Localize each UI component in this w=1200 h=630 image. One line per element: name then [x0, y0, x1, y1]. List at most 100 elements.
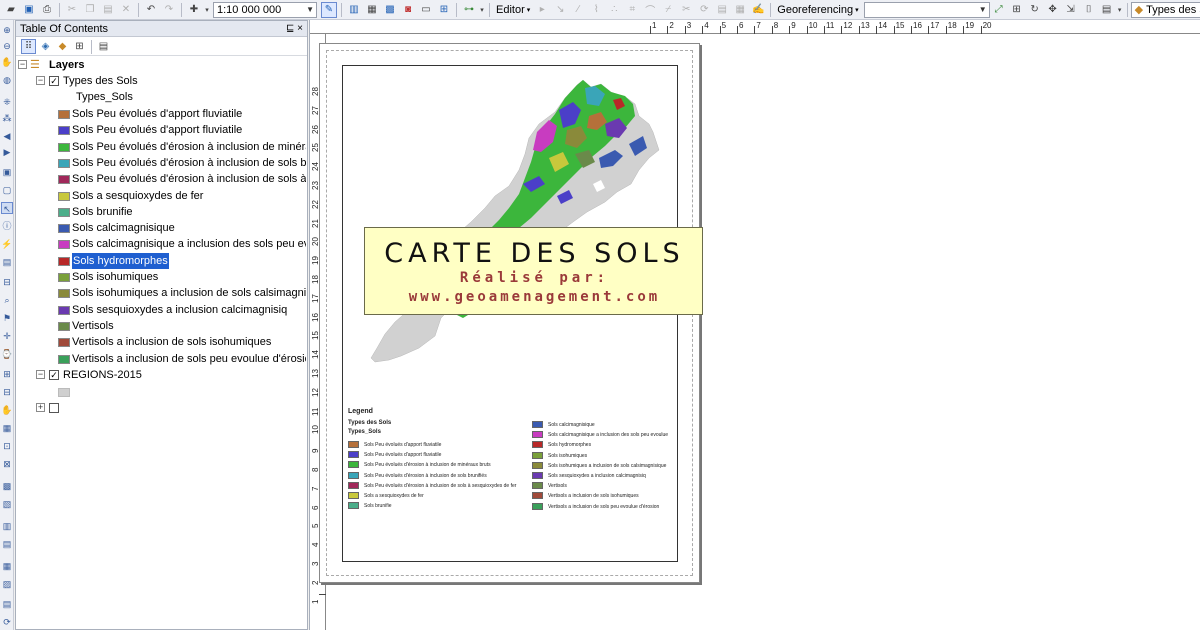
toc-root-layers[interactable]: − ☰ Layers — [16, 57, 306, 73]
rotate-georef-icon[interactable]: ↻ — [1027, 2, 1043, 18]
toc-legend-class[interactable]: Vertisols a inclusion de sols peu evoulu… — [16, 351, 306, 367]
link-table-icon[interactable]: ▤ — [1099, 2, 1115, 18]
layer-visibility-checkbox[interactable]: ✓ — [49, 76, 59, 86]
list-by-selection-icon[interactable]: ⊞ — [72, 39, 87, 54]
table-of-contents-icon[interactable]: ▥ — [346, 2, 362, 18]
layer-visibility-checkbox[interactable] — [49, 403, 59, 413]
rotate-icon[interactable]: ⟳ — [696, 2, 712, 18]
toc-legend-class[interactable]: Sols Peu évolués d'apport fluviatile — [16, 122, 306, 138]
collapse-icon[interactable]: − — [36, 76, 45, 85]
scale-icon[interactable]: ⇲ — [1063, 2, 1079, 18]
toc-legend-class[interactable]: Sols Peu évolués d'érosion à inclusion d… — [16, 155, 306, 171]
toc-pin-close[interactable]: ⊑ × — [286, 21, 303, 37]
chevron-down-icon[interactable]: ▾ — [1117, 2, 1123, 18]
layout-icon[interactable]: ▦ — [1, 560, 13, 572]
toggle-draft-icon[interactable]: ▤ — [1, 538, 13, 550]
straight-segment-icon[interactable]: ∕ — [570, 2, 586, 18]
class-swatch[interactable] — [58, 158, 70, 168]
pan-icon[interactable]: ✋ — [1, 56, 13, 68]
fit-to-display-icon[interactable]: ⌷ — [1081, 2, 1097, 18]
toc-legend-class[interactable]: Sols Peu évolués d'érosion à inclusion d… — [16, 171, 306, 187]
copy-icon[interactable]: ❐ — [82, 2, 98, 18]
toc-legend-class[interactable]: Sols isohumiques — [16, 269, 306, 285]
edit-tool-icon[interactable]: ▸ — [534, 2, 550, 18]
toc-legend-class[interactable]: Vertisols a inclusion de sols isohumique… — [16, 334, 306, 350]
identify-icon[interactable]: ⓘ — [1, 220, 13, 232]
layer-visibility-checkbox[interactable]: ✓ — [49, 370, 59, 380]
layout-zoom-out-icon[interactable]: ⊟ — [1, 386, 13, 398]
select-elements-icon[interactable]: ↖ — [1, 202, 13, 214]
back-extent-icon[interactable]: ◀ — [1, 130, 13, 142]
editor-toolbar-icon[interactable]: ✎ — [321, 1, 337, 18]
class-swatch[interactable] — [58, 175, 70, 185]
zoom-out-icon[interactable]: ⊖ — [1, 40, 13, 52]
class-swatch[interactable] — [58, 289, 70, 299]
dynamic-toolbar-icon[interactable]: ⊶ — [461, 2, 477, 18]
find-icon[interactable]: ⌕ — [1, 294, 13, 306]
class-swatch[interactable] — [58, 207, 70, 217]
page-setup-icon[interactable]: ▤ — [1, 598, 13, 610]
add-data-icon[interactable]: ✚ — [186, 2, 202, 18]
class-swatch[interactable] — [58, 240, 70, 250]
focus-data-frame-icon[interactable]: ▥ — [1, 520, 13, 532]
zoom-in-icon[interactable]: ⊕ — [1, 24, 13, 36]
toc-layer-types-des-sols[interactable]: − ✓ Types des Sols — [16, 73, 306, 89]
open-folder-icon[interactable]: ▰ — [3, 2, 19, 18]
target-layer-combo[interactable]: ◆ Types des Sols ▼ — [1130, 1, 1200, 18]
clear-selection-icon[interactable]: ▢ — [1, 184, 13, 196]
trace-icon[interactable]: ⌇ — [588, 2, 604, 18]
class-swatch[interactable] — [58, 224, 70, 234]
create-features-icon[interactable]: ✍ — [750, 2, 766, 18]
chevron-down-icon[interactable]: ▾ — [479, 2, 485, 18]
redo-icon[interactable]: ↷ — [161, 2, 177, 18]
print-icon[interactable]: ⎙ — [39, 2, 55, 18]
add-control-points-icon[interactable]: ⤢ — [991, 2, 1007, 18]
class-swatch[interactable] — [58, 142, 70, 152]
zoom-100-icon[interactable]: ⊡ — [1, 440, 13, 452]
fixed-zoom-out-icon[interactable]: ⁂ — [1, 112, 13, 124]
time-slider-icon[interactable]: ⌚ — [1, 348, 13, 360]
toc-legend-class[interactable]: Sols a sesquioxydes de fer — [16, 188, 306, 204]
hyperlink-icon[interactable]: ⚡ — [1, 238, 13, 250]
refresh-icon[interactable]: ⟳ — [1, 616, 13, 628]
sketch-properties-icon[interactable]: ▦ — [732, 2, 748, 18]
toc-layer-empty[interactable]: + — [16, 400, 306, 416]
shift-icon[interactable]: ✥ — [1045, 2, 1061, 18]
cut-icon[interactable]: ✂ — [64, 2, 80, 18]
class-swatch[interactable] — [58, 321, 70, 331]
list-by-drawing-order-icon[interactable]: ⠿ — [21, 39, 36, 54]
map-scale-combo[interactable]: 1:10 000 000 ▼ — [213, 1, 317, 18]
class-swatch[interactable] — [58, 110, 70, 119]
editor-menu-button[interactable]: Editor ▾ — [493, 4, 533, 16]
model-builder-icon[interactable]: ⊞ — [436, 2, 452, 18]
cut-polygons-icon[interactable]: ⌿ — [660, 2, 676, 18]
arctoolbox-icon[interactable]: ◙ — [400, 2, 416, 18]
georeference-layer-combo[interactable]: ▼ — [863, 1, 990, 18]
split-icon[interactable]: ✂ — [678, 2, 694, 18]
toc-legend-class[interactable]: Sols Peu évolués d'apport fluviatile — [16, 106, 306, 122]
zoom-whole-page-icon[interactable]: ▦ — [1, 422, 13, 434]
undo-icon[interactable]: ↶ — [143, 2, 159, 18]
draft-mode-icon[interactable]: ▧ — [1, 498, 13, 510]
toc-legend-class[interactable]: Sols brunifie — [16, 204, 306, 220]
collapse-icon[interactable]: − — [36, 370, 45, 379]
python-window-icon[interactable]: ▭ — [418, 2, 434, 18]
delete-icon[interactable]: ✕ — [118, 2, 134, 18]
forward-extent-icon[interactable]: ▶ — [1, 146, 13, 158]
toc-legend-class[interactable]: Vertisols — [16, 318, 306, 334]
go-to-xy-icon[interactable]: ✛ — [1, 330, 13, 342]
html-popup-icon[interactable]: ▤ — [1, 256, 13, 268]
find-route-icon[interactable]: ⚑ — [1, 312, 13, 324]
class-swatch[interactable] — [58, 354, 70, 364]
georeferencing-menu-button[interactable]: Georeferencing ▾ — [774, 4, 861, 16]
map-title-box[interactable]: CARTE DES SOLS Réalisé par: www.geoamena… — [364, 227, 703, 315]
toc-legend-class[interactable]: Sols sesquioxydes a inclusion calcimagni… — [16, 302, 306, 318]
change-layout-icon[interactable]: ▩ — [1, 480, 13, 492]
class-swatch[interactable] — [58, 191, 70, 201]
paste-icon[interactable]: ▤ — [100, 2, 116, 18]
reshape-icon[interactable]: ⌒ — [642, 2, 658, 18]
search-window-icon[interactable]: ▩ — [382, 2, 398, 18]
attributes-icon[interactable]: ▤ — [714, 2, 730, 18]
data-driven-pages-icon[interactable]: ▨ — [1, 578, 13, 590]
regions-swatch[interactable] — [58, 388, 70, 397]
